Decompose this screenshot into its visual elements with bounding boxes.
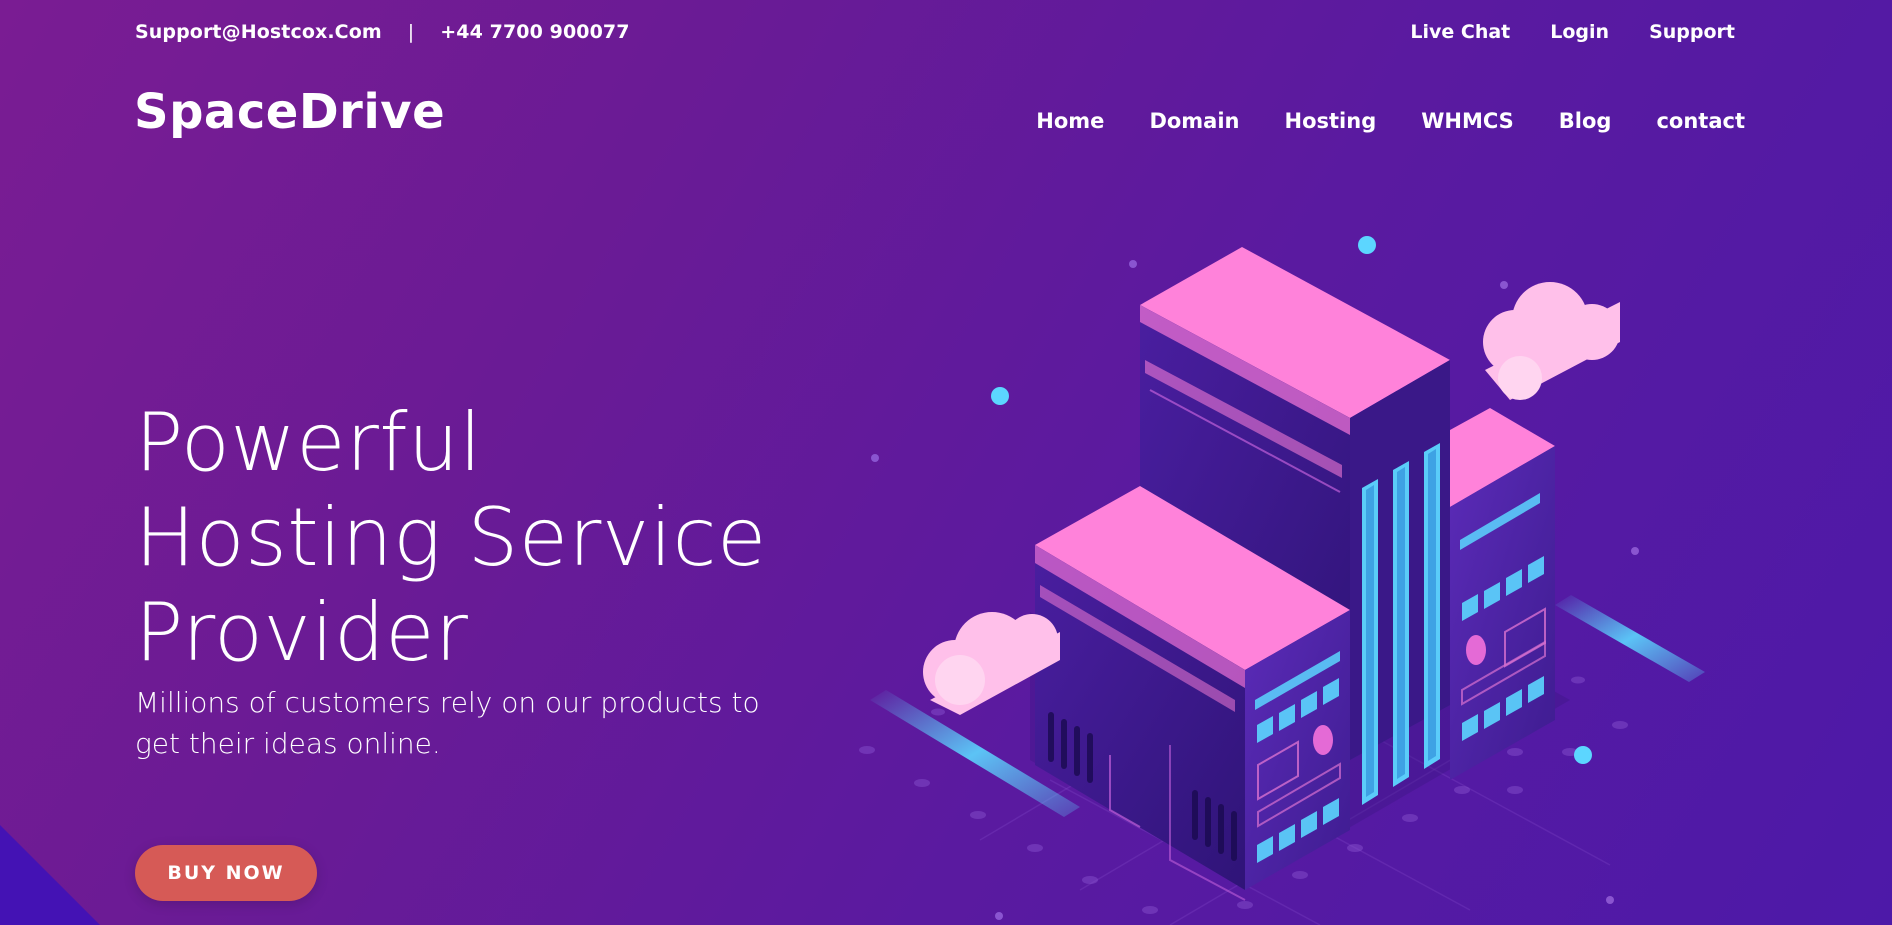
nav-item-domain[interactable]: Domain: [1149, 109, 1239, 133]
main-nav: Home Domain Hosting WHMCS Blog contact: [1036, 109, 1745, 133]
site-logo[interactable]: SpaceDrive: [134, 84, 445, 140]
buy-now-button[interactable]: BUY NOW: [135, 845, 317, 901]
nav-item-contact[interactable]: contact: [1656, 109, 1745, 133]
hero-title-line: Provider: [135, 586, 469, 679]
light-beam: [1555, 595, 1705, 682]
nav-item-home[interactable]: Home: [1036, 109, 1104, 133]
page: Support@Hostcox.Com | +44 7700 900077 Li…: [0, 0, 1892, 925]
top-link-live-chat[interactable]: Live Chat: [1410, 21, 1510, 43]
top-bar: Support@Hostcox.Com | +44 7700 900077 Li…: [0, 0, 1892, 66]
top-links: Live Chat Login Support: [1410, 21, 1735, 43]
support-phone[interactable]: +44 7700 900077: [440, 21, 629, 43]
hero-subtitle: Millions of customers rely on our produc…: [135, 686, 760, 760]
corner-decoration: [0, 825, 100, 925]
nav-item-hosting[interactable]: Hosting: [1285, 109, 1377, 133]
nav-item-whmcs[interactable]: WHMCS: [1421, 109, 1514, 133]
contact-separator: |: [407, 21, 415, 43]
contact-info: Support@Hostcox.Com | +44 7700 900077: [135, 21, 630, 43]
hero-title-line: Powerful: [135, 396, 482, 489]
top-link-login[interactable]: Login: [1550, 21, 1609, 43]
server-building-illustration: [859, 236, 1705, 925]
light-column: [1350, 360, 1450, 805]
support-email[interactable]: Support@Hostcox.Com: [135, 21, 382, 43]
top-link-support[interactable]: Support: [1649, 21, 1735, 43]
cloud-icon: [1483, 282, 1620, 400]
nav-item-blog[interactable]: Blog: [1559, 109, 1612, 133]
right-server-block: [1450, 408, 1555, 780]
hero-title-line: Hosting Service: [135, 491, 767, 584]
hero-title: Powerful Hosting Service Provider: [135, 395, 767, 680]
